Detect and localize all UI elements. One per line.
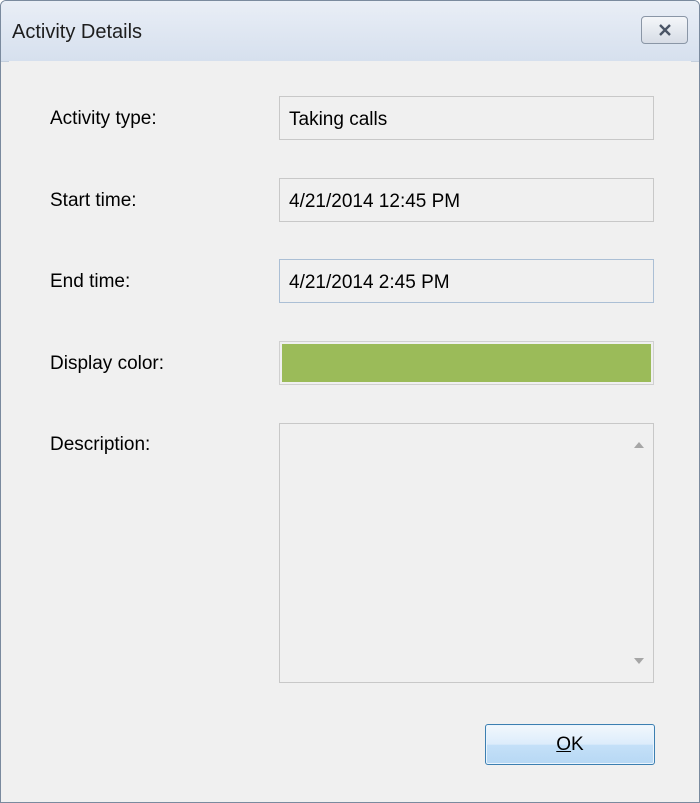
title-bar: Activity Details [1,1,699,62]
description-label: Description: [50,434,151,455]
dialog-title: Activity Details [12,21,143,43]
start-time-label: Start time: [50,190,137,211]
activity-details-dialog: Activity Details Activity type: Taking c… [0,0,700,803]
scroll-down-arrow-icon[interactable] [634,658,644,664]
description-text [286,430,616,670]
close-button[interactable] [641,16,688,44]
activity-type-field[interactable]: Taking calls [279,96,654,140]
display-color-label: Display color: [50,353,165,374]
display-color-swatch[interactable] [279,341,654,385]
ok-button[interactable]: OK [485,724,655,765]
description-textarea[interactable] [279,423,654,683]
scroll-up-arrow-icon[interactable] [634,442,644,448]
ok-label-rest: K [571,733,584,755]
ok-mnemonic: O [556,733,572,755]
dialog-body: Activity type: Taking calls Start time: … [9,61,691,802]
end-time-field[interactable]: 4/21/2014 2:45 PM [279,259,654,303]
close-icon [658,24,671,36]
end-time-label: End time: [50,271,131,292]
start-time-field[interactable]: 4/21/2014 12:45 PM [279,178,654,222]
display-color-fill [282,344,651,382]
activity-type-label: Activity type: [50,108,157,129]
description-scrollbar[interactable] [624,424,653,682]
